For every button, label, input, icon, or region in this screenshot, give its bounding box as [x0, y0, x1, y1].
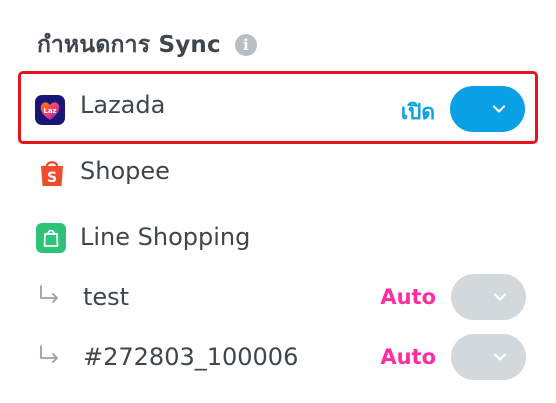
channel-label: Shopee: [80, 157, 170, 185]
sub-channel-row: #272803_100006 Auto: [18, 332, 538, 382]
sync-toggle-dropdown[interactable]: [451, 334, 526, 380]
status-text: Auto: [380, 285, 436, 309]
lazada-logo-icon: Laz: [35, 95, 65, 125]
status-text: เปิด: [400, 100, 435, 124]
sub-item-arrow-icon: [40, 345, 58, 363]
sub-channel-row: test Auto: [18, 272, 538, 322]
sync-toggle-dropdown[interactable]: [451, 274, 526, 320]
channel-row-lazada: Laz Lazada เปิด: [18, 71, 538, 144]
sub-item-arrow-icon: [40, 285, 58, 303]
channel-label: Line Shopping: [80, 223, 251, 251]
channel-row-line-shopping: Line Shopping: [18, 214, 538, 264]
chevron-down-icon: [492, 105, 506, 113]
shopee-bag-icon: S: [41, 161, 63, 186]
page-title: กำหนดการ Sync: [37, 32, 221, 58]
channel-label: Lazada: [80, 91, 166, 119]
status-text: Auto: [380, 345, 436, 369]
sub-channel-label: #272803_100006: [83, 343, 299, 371]
info-icon[interactable]: i: [234, 34, 257, 56]
svg-text:Laz: Laz: [43, 107, 56, 115]
channel-row-shopee: S Shopee: [18, 148, 538, 198]
header: กำหนดการ Sync i: [37, 28, 257, 62]
chevron-down-icon: [493, 293, 507, 301]
sub-channel-label: test: [83, 283, 130, 311]
sync-toggle-dropdown[interactable]: [450, 86, 525, 132]
svg-text:S: S: [47, 170, 57, 186]
chevron-down-icon: [493, 353, 507, 361]
line-shopping-bag-icon: [36, 223, 66, 253]
sync-settings-panel: กำหนดการ Sync i Laz Lazada เปิด S Shopee…: [0, 0, 556, 403]
